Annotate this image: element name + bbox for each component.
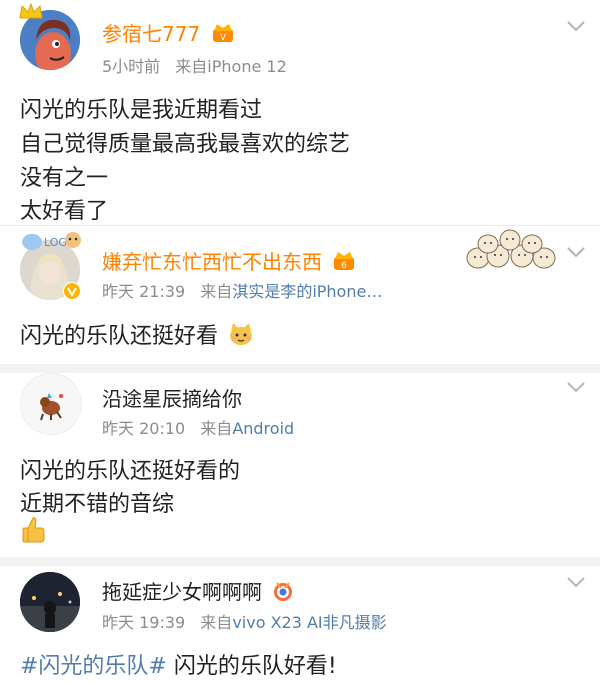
hashtag-link[interactable]: #闪光的乐队#	[20, 654, 167, 679]
username-text[interactable]: 参宿七777	[102, 22, 200, 46]
source-prefix: 来自	[200, 282, 233, 301]
timestamp: 5小时前	[102, 57, 161, 76]
comment-text-line: 近期不错的音综	[20, 492, 175, 517]
source-device-link[interactable]: 淇实是李的iPhone…	[232, 282, 382, 301]
chevron-down-icon[interactable]	[566, 381, 586, 393]
source-device-link[interactable]: vivo X23 AI非凡摄影	[232, 613, 386, 632]
comment-text: 闪光的乐队还挺好看	[20, 324, 219, 349]
comment-item: 拖延症少女啊啊啊 昨天 19:39 来自vivo X23 AI非凡摄影 #闪光的…	[0, 566, 600, 681]
comment-text-line: #闪光的乐队# 闪光的乐队好看!	[20, 648, 337, 680]
thumbs-up-emoji-icon	[22, 517, 45, 543]
avatar[interactable]	[20, 572, 80, 632]
comment-meta: 昨天 21:39 来自淇实是李的iPhone…	[102, 278, 382, 302]
username-text[interactable]: 嫌弃忙东忙西忙不出东西	[102, 250, 322, 274]
section-divider	[0, 364, 600, 373]
comment-text-line: 太好看了	[20, 199, 109, 224]
chevron-down-icon[interactable]	[566, 20, 586, 32]
comment-meta: 昨天 20:10 来自Android	[102, 415, 294, 439]
timestamp: 昨天 19:39	[102, 613, 186, 632]
chevron-down-icon[interactable]	[566, 576, 586, 588]
comment-text-line: 闪光的乐队还挺好看	[20, 318, 255, 350]
username[interactable]: 沿途星辰摘给你	[102, 383, 242, 412]
cat-emoji-icon	[230, 323, 253, 345]
comment-meta: 昨天 19:39 来自vivo X23 AI非凡摄影	[102, 609, 387, 633]
comment-item: 参宿七777 V 5小时前 来自iPhone 12 闪光的乐队是我近期看过 自己…	[0, 0, 600, 225]
svg-text:LOG: LOG	[44, 236, 67, 249]
comment-item: 沿途星辰摘给你 昨天 20:10 来自Android 闪光的乐队还挺好看的 近期…	[0, 373, 600, 555]
verified-v-icon	[63, 282, 81, 300]
crown-vip-badge-icon: V	[212, 24, 233, 43]
username-text[interactable]: 拖延症少女啊啊啊	[102, 580, 262, 604]
comment-item: LOG 嫌弃忙东忙西忙不出东西 6 昨天 21:39 来自淇实是李的iPhone…	[0, 226, 600, 369]
comment-text-line: 自己觉得质量最高我最喜欢的综艺	[20, 132, 351, 157]
comment-meta: 5小时前 来自iPhone 12	[102, 53, 287, 77]
source-device: iPhone 12	[207, 57, 287, 76]
medal-badge-icon	[274, 582, 293, 601]
source-prefix: 来自	[175, 57, 208, 76]
crown-vip-badge-icon: 6	[334, 252, 355, 271]
comment-text-line: 闪光的乐队是我近期看过	[20, 98, 263, 123]
comment-text-line: 闪光的乐队还挺好看的	[20, 459, 241, 484]
source-prefix: 来自	[200, 613, 233, 632]
username[interactable]: 嫌弃忙东忙西忙不出东西 6	[102, 246, 356, 275]
source-prefix: 来自	[200, 419, 233, 438]
sticker-icon: LOG	[22, 232, 81, 250]
avatar[interactable]	[20, 373, 82, 435]
timestamp: 昨天 20:10	[102, 419, 186, 438]
comment-text-line: 没有之一	[20, 166, 109, 191]
svg-text:6: 6	[341, 261, 347, 271]
crown-icon	[19, 2, 43, 19]
comment-text: 闪光的乐队好看!	[166, 654, 337, 679]
username[interactable]: 拖延症少女啊啊啊	[102, 576, 294, 605]
section-divider	[0, 557, 600, 566]
source-device-link[interactable]: Android	[232, 419, 294, 438]
svg-text:V: V	[219, 33, 226, 43]
bun-crowd-sticker-icon	[466, 229, 556, 269]
username[interactable]: 参宿七777 V	[102, 18, 235, 47]
timestamp: 昨天 21:39	[102, 282, 186, 301]
chevron-down-icon[interactable]	[566, 246, 586, 258]
